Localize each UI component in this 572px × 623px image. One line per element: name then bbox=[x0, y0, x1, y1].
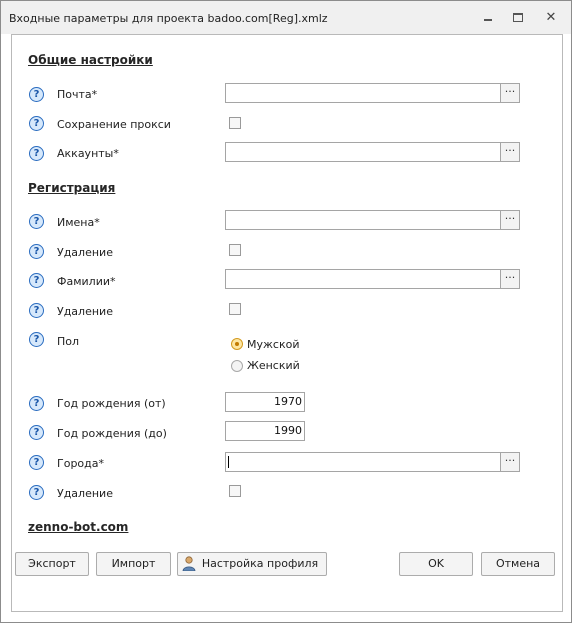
maximize-icon bbox=[513, 12, 523, 22]
cities-label: Города* bbox=[57, 457, 104, 470]
help-icon[interactable]: ? bbox=[29, 455, 44, 470]
save-proxy-checkbox[interactable] bbox=[229, 117, 241, 129]
accounts-field[interactable] bbox=[225, 142, 500, 162]
surnames-browse-button[interactable]: ··· bbox=[500, 269, 520, 289]
help-icon[interactable]: ? bbox=[29, 244, 44, 259]
close-button[interactable]: ✕ bbox=[542, 9, 560, 25]
import-button[interactable]: Импорт bbox=[96, 552, 171, 576]
birth-year-to-field[interactable]: 1990 bbox=[225, 421, 305, 441]
names-delete-label: Удаление bbox=[57, 246, 113, 259]
cities-field[interactable] bbox=[225, 452, 500, 472]
profile-settings-label: Настройка профиля bbox=[201, 557, 319, 570]
help-icon[interactable]: ? bbox=[29, 396, 44, 411]
cancel-button[interactable]: Отмена bbox=[481, 552, 555, 576]
help-icon[interactable]: ? bbox=[29, 116, 44, 131]
help-icon[interactable]: ? bbox=[29, 87, 44, 102]
maximize-button[interactable] bbox=[509, 9, 527, 25]
gender-female-radio[interactable] bbox=[231, 360, 243, 372]
birth-year-from-field[interactable]: 1970 bbox=[225, 392, 305, 412]
names-delete-checkbox[interactable] bbox=[229, 244, 241, 256]
help-icon[interactable]: ? bbox=[29, 303, 44, 318]
window-title: Входные параметры для проекта badoo.com[… bbox=[9, 12, 328, 25]
gender-male-label[interactable]: Мужской bbox=[247, 338, 299, 351]
cities-delete-checkbox[interactable] bbox=[229, 485, 241, 497]
help-icon[interactable]: ? bbox=[29, 332, 44, 347]
gender-male-radio[interactable] bbox=[231, 338, 243, 350]
export-button[interactable]: Экспорт bbox=[15, 552, 89, 576]
minimize-button[interactable] bbox=[479, 9, 497, 25]
cities-browse-button[interactable]: ··· bbox=[500, 452, 520, 472]
dialog-window: Входные параметры для проекта badoo.com[… bbox=[0, 0, 572, 623]
help-icon[interactable]: ? bbox=[29, 485, 44, 500]
birth-year-from-label: Год рождения (от) bbox=[57, 397, 166, 410]
title-bar[interactable]: Входные параметры для проекта badoo.com[… bbox=[1, 1, 571, 34]
cities-delete-label: Удаление bbox=[57, 487, 113, 500]
help-icon[interactable]: ? bbox=[29, 146, 44, 161]
accounts-label: Аккаунты* bbox=[57, 147, 119, 160]
surnames-field[interactable] bbox=[225, 269, 500, 289]
profile-settings-button[interactable]: Настройка профиля bbox=[177, 552, 327, 576]
section-general-heading: Общие настройки bbox=[28, 53, 153, 67]
user-profile-icon bbox=[182, 556, 196, 571]
accounts-browse-button[interactable]: ··· bbox=[500, 142, 520, 162]
save-proxy-label: Сохранение прокси bbox=[57, 118, 171, 131]
close-icon: ✕ bbox=[545, 9, 557, 25]
names-field[interactable] bbox=[225, 210, 500, 230]
help-icon[interactable]: ? bbox=[29, 273, 44, 288]
zenno-bot-link[interactable]: zenno-bot.com bbox=[28, 520, 128, 534]
section-registration-heading: Регистрация bbox=[28, 181, 116, 195]
ok-button[interactable]: OK bbox=[399, 552, 473, 576]
text-caret bbox=[228, 456, 229, 468]
help-icon[interactable]: ? bbox=[29, 214, 44, 229]
email-browse-button[interactable]: ··· bbox=[500, 83, 520, 103]
names-label: Имена* bbox=[57, 216, 100, 229]
birth-year-to-label: Год рождения (до) bbox=[57, 427, 167, 440]
names-browse-button[interactable]: ··· bbox=[500, 210, 520, 230]
surnames-label: Фамилии* bbox=[57, 275, 116, 288]
parameters-panel: Общие настройки ? Почта* ··· ? Сохранени… bbox=[11, 34, 563, 612]
email-field[interactable] bbox=[225, 83, 500, 103]
surnames-delete-label: Удаление bbox=[57, 305, 113, 318]
gender-label: Пол bbox=[57, 335, 80, 348]
surnames-delete-checkbox[interactable] bbox=[229, 303, 241, 315]
email-label: Почта* bbox=[57, 88, 98, 101]
gender-female-label[interactable]: Женский bbox=[247, 359, 300, 372]
minimize-icon bbox=[484, 19, 492, 21]
help-icon[interactable]: ? bbox=[29, 425, 44, 440]
